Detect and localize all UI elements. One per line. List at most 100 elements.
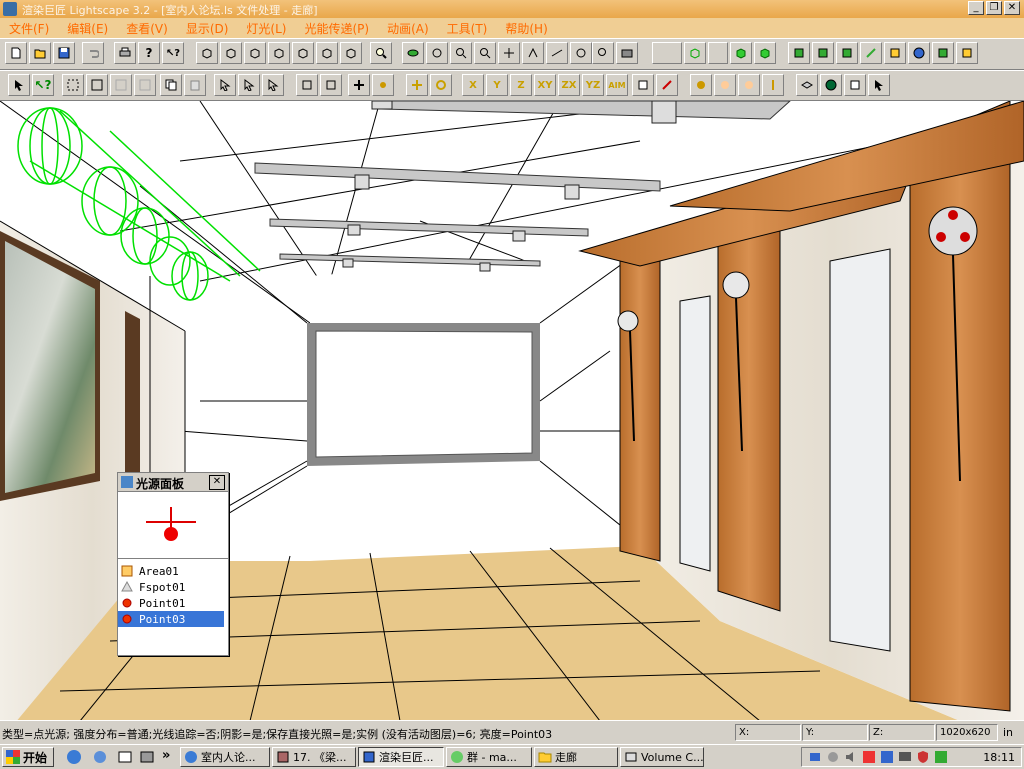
display-spacer-button[interactable] — [708, 42, 728, 64]
surface-properties-button[interactable] — [296, 74, 318, 96]
save-button[interactable] — [53, 42, 75, 64]
texture-button[interactable] — [932, 42, 954, 64]
shaded-button[interactable] — [754, 42, 776, 64]
select-tool-button[interactable] — [8, 74, 30, 96]
restore-button[interactable]: ❐ — [986, 1, 1002, 15]
rotate-view-button[interactable] — [426, 42, 448, 64]
undo-view-button[interactable] — [570, 42, 592, 64]
zoom-extents-button[interactable] — [592, 42, 614, 64]
select-block-button[interactable] — [262, 74, 284, 96]
layers-button[interactable] — [788, 42, 810, 64]
light-height-button[interactable] — [762, 74, 784, 96]
light-item-fspot01[interactable]: Fspot01 — [118, 579, 228, 595]
blocks-button[interactable] — [836, 42, 858, 64]
task-corridor-folder[interactable]: 走廊 — [534, 747, 618, 767]
light-item-point03[interactable]: Point03 — [118, 611, 224, 627]
lights-list-button[interactable] — [860, 42, 882, 64]
light-panel[interactable]: 光源面板 ✕ Area01 Fspot01 Point01 Point03 — [117, 472, 229, 656]
light-move-button[interactable] — [714, 74, 736, 96]
materials-button[interactable] — [812, 42, 834, 64]
light-item-area01[interactable]: Area01 — [118, 563, 228, 579]
fly-button[interactable] — [546, 42, 568, 64]
view-button-2[interactable] — [220, 42, 242, 64]
media-icon[interactable] — [139, 749, 155, 765]
task-forum[interactable]: 室内人论... — [180, 747, 270, 767]
menu-help[interactable]: 帮助(H) — [496, 20, 556, 37]
view-button-5[interactable] — [292, 42, 314, 64]
select-surface-button[interactable] — [214, 74, 236, 96]
select-add-button[interactable] — [110, 74, 132, 96]
image-button[interactable] — [956, 42, 978, 64]
speaker-icon[interactable] — [844, 750, 858, 764]
rotate-object-button[interactable] — [430, 74, 452, 96]
record-button[interactable] — [820, 74, 842, 96]
menu-display[interactable]: 显示(D) — [177, 20, 238, 37]
pointer-light-button[interactable] — [868, 74, 890, 96]
views-button[interactable] — [884, 42, 906, 64]
aim-button[interactable]: AIM — [606, 74, 628, 96]
zoom-button[interactable] — [450, 42, 472, 64]
translate-button[interactable] — [406, 74, 428, 96]
task-volume[interactable]: Volume C... — [620, 747, 704, 767]
task-liang[interactable]: 17. 《梁... — [272, 747, 356, 767]
network-icon[interactable] — [808, 750, 822, 764]
ie-icon[interactable] — [66, 749, 82, 765]
select-material-button[interactable] — [238, 74, 260, 96]
close-button[interactable]: ✕ — [1004, 1, 1020, 15]
axis-xy-button[interactable]: XY — [534, 74, 556, 96]
menu-animation[interactable]: 动画(A) — [378, 20, 438, 37]
view-button-4[interactable] — [268, 42, 290, 64]
k-app-icon[interactable] — [862, 750, 876, 764]
block-properties-button[interactable] — [320, 74, 342, 96]
orbit-button[interactable] — [402, 42, 424, 64]
light-panel-titlebar[interactable]: 光源面板 ✕ — [118, 473, 228, 492]
menu-view[interactable]: 查看(V) — [117, 20, 177, 37]
view-button-3[interactable] — [244, 42, 266, 64]
axis-y-button[interactable]: Y — [486, 74, 508, 96]
menu-file[interactable]: 文件(F) — [0, 20, 58, 37]
show-desktop-icon[interactable] — [117, 749, 133, 765]
axis-z-button[interactable]: Z — [510, 74, 532, 96]
menu-tools[interactable]: 工具(T) — [438, 20, 497, 37]
query-tool-button[interactable]: ↖? — [32, 74, 54, 96]
light-item-point01[interactable]: Point01 — [118, 595, 228, 611]
help-button[interactable]: ? — [138, 42, 160, 64]
wireframe-button[interactable] — [684, 42, 706, 64]
input-method-icon[interactable] — [826, 750, 840, 764]
select-view-button[interactable] — [370, 42, 392, 64]
view-button-6[interactable] — [316, 42, 338, 64]
tray-app-icon[interactable] — [934, 750, 948, 764]
light-edit-button[interactable] — [656, 74, 678, 96]
walk-button[interactable] — [522, 42, 544, 64]
layer-tool-button[interactable] — [796, 74, 818, 96]
select-box-button[interactable] — [62, 74, 84, 96]
select-window-button[interactable] — [86, 74, 108, 96]
quick-launch-more-button[interactable]: » — [162, 748, 170, 763]
display-mode-button[interactable] — [652, 42, 682, 64]
shield-icon[interactable] — [916, 750, 930, 764]
antivirus-icon[interactable] — [880, 750, 894, 764]
display-icon[interactable] — [898, 750, 912, 764]
view-button-7[interactable] — [340, 42, 362, 64]
start-button[interactable]: 开始 — [2, 747, 54, 767]
light-rotate-button[interactable] — [738, 74, 760, 96]
zoom-window-button[interactable] — [474, 42, 496, 64]
copy-button[interactable] — [160, 74, 182, 96]
undo-button[interactable] — [82, 42, 104, 64]
axis-zx-button[interactable]: ZX — [558, 74, 580, 96]
title-bar[interactable]: 渲染巨匠 Lightscape 3.2 - [室内人论坛.ls 文件处理 - 走… — [0, 0, 1024, 18]
light-panel-close-button[interactable]: ✕ — [209, 475, 225, 490]
select-remove-button[interactable] — [134, 74, 156, 96]
outlook-icon[interactable] — [92, 749, 108, 765]
copy-view-button[interactable] — [844, 74, 866, 96]
menu-radiosity[interactable]: 光能传递(P) — [295, 20, 378, 37]
camera-button[interactable] — [616, 42, 638, 64]
light-info-button[interactable] — [632, 74, 654, 96]
place-light-button[interactable] — [372, 74, 394, 96]
light-aim-button[interactable] — [690, 74, 712, 96]
task-render-app[interactable]: 渲染巨匠... — [358, 747, 444, 767]
task-chat-group[interactable]: 群 - ma... — [446, 747, 532, 767]
pan-button[interactable] — [498, 42, 520, 64]
menu-light[interactable]: 灯光(L) — [237, 20, 295, 37]
print-button[interactable] — [114, 42, 136, 64]
